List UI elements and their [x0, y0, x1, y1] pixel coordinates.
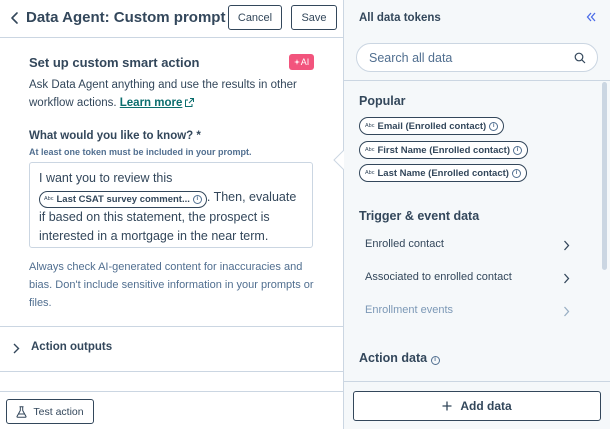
prompt-editor[interactable]: I want you to review this Abc Last CSAT s… [29, 162, 313, 248]
action-outputs-label: Action outputs [31, 341, 113, 353]
nav-item-label: Associated to enrolled contact [365, 271, 512, 283]
text-type-icon: Abc [365, 123, 375, 129]
ai-badge-label: AI [300, 57, 310, 67]
popular-heading: Popular [359, 94, 406, 108]
text-type-icon: Abc [365, 147, 375, 153]
search-box [356, 43, 598, 72]
collapse-panel-icon[interactable] [585, 11, 597, 23]
nav-item-enrolled-contact[interactable]: Enrolled contact [344, 229, 594, 262]
panel-footer: Add data [344, 381, 610, 429]
left-panel: Data Agent: Custom prompt Cancel Save Se… [0, 0, 345, 429]
panel-title: All data tokens [359, 12, 441, 24]
chevron-right-icon [564, 240, 570, 251]
sparkle-icon [293, 59, 300, 65]
question-label: What would you like to know? * [29, 130, 201, 142]
nav-item-associated-contact[interactable]: Associated to enrolled contact [344, 262, 594, 295]
chevron-right-icon [13, 343, 20, 354]
text-type-icon: Abc [44, 196, 54, 202]
header-bar: Data Agent: Custom prompt Cancel Save [0, 0, 343, 38]
token-pill-email[interactable]: Abc Email (Enrolled contact) i [359, 117, 505, 135]
action-data-label: Action data [359, 351, 428, 365]
section-title: Set up custom smart action [29, 55, 200, 70]
token-pill-first-name[interactable]: Abc First Name (Enrolled contact) i [359, 141, 528, 159]
page-title: Data Agent: Custom prompt [26, 9, 226, 26]
plus-icon [442, 401, 452, 411]
token-label: Last Name (Enrolled contact) [377, 167, 509, 179]
data-tokens-panel: All data tokens Popular Abc Email (Enrol… [344, 0, 610, 429]
ai-badge: AI [289, 54, 314, 70]
action-outputs-toggle[interactable]: Action outputs [0, 326, 343, 371]
nav-item-label: Enrollment events [365, 304, 454, 316]
test-action-button[interactable]: Test action [6, 399, 94, 424]
learn-more-link[interactable]: Learn more [120, 97, 183, 109]
ai-disclaimer: Always check AI-generated content for in… [29, 261, 314, 309]
save-button[interactable]: Save [291, 5, 337, 30]
info-icon[interactable]: i [512, 145, 522, 155]
trigger-heading: Trigger & event data [359, 209, 480, 223]
token-label: First Name (Enrolled contact) [377, 144, 510, 156]
nav-item-enrollment-events[interactable]: Enrollment events [344, 295, 594, 328]
info-icon[interactable]: i [192, 195, 202, 204]
prompt-text-before: I want you to review this [39, 171, 173, 185]
token-label: Last CSAT survey comment... [56, 194, 190, 205]
cancel-button[interactable]: Cancel [228, 5, 282, 30]
chevron-right-icon [564, 306, 570, 317]
flask-icon [16, 405, 27, 418]
add-data-button[interactable]: Add data [353, 391, 601, 421]
nav-item-label: Enrolled contact [365, 238, 444, 250]
divider [344, 80, 610, 81]
info-icon[interactable]: i [511, 168, 521, 178]
info-icon[interactable]: i [430, 355, 440, 365]
token-pill-last-name[interactable]: Abc Last Name (Enrolled contact) i [359, 164, 527, 182]
add-data-label: Add data [460, 399, 512, 413]
info-icon[interactable]: i [489, 121, 499, 131]
question-hint: At least one token must be included in y… [29, 147, 252, 157]
chevron-right-icon [564, 273, 570, 284]
action-data-heading: Action data i [359, 351, 440, 365]
text-type-icon: Abc [365, 170, 375, 176]
search-icon[interactable] [574, 52, 586, 64]
search-input[interactable] [369, 50, 565, 66]
external-link-icon[interactable] [185, 98, 195, 107]
divider [0, 371, 343, 372]
description: Ask Data Agent anything and use the resu… [29, 76, 319, 112]
token-label: Email (Enrolled contact) [377, 120, 487, 132]
scrollbar[interactable] [602, 82, 607, 270]
back-arrow-icon[interactable] [8, 10, 22, 26]
prompt-token[interactable]: Abc Last CSAT survey comment... i [39, 191, 207, 208]
left-footer: Test action [0, 391, 343, 429]
test-action-label: Test action [33, 405, 84, 418]
